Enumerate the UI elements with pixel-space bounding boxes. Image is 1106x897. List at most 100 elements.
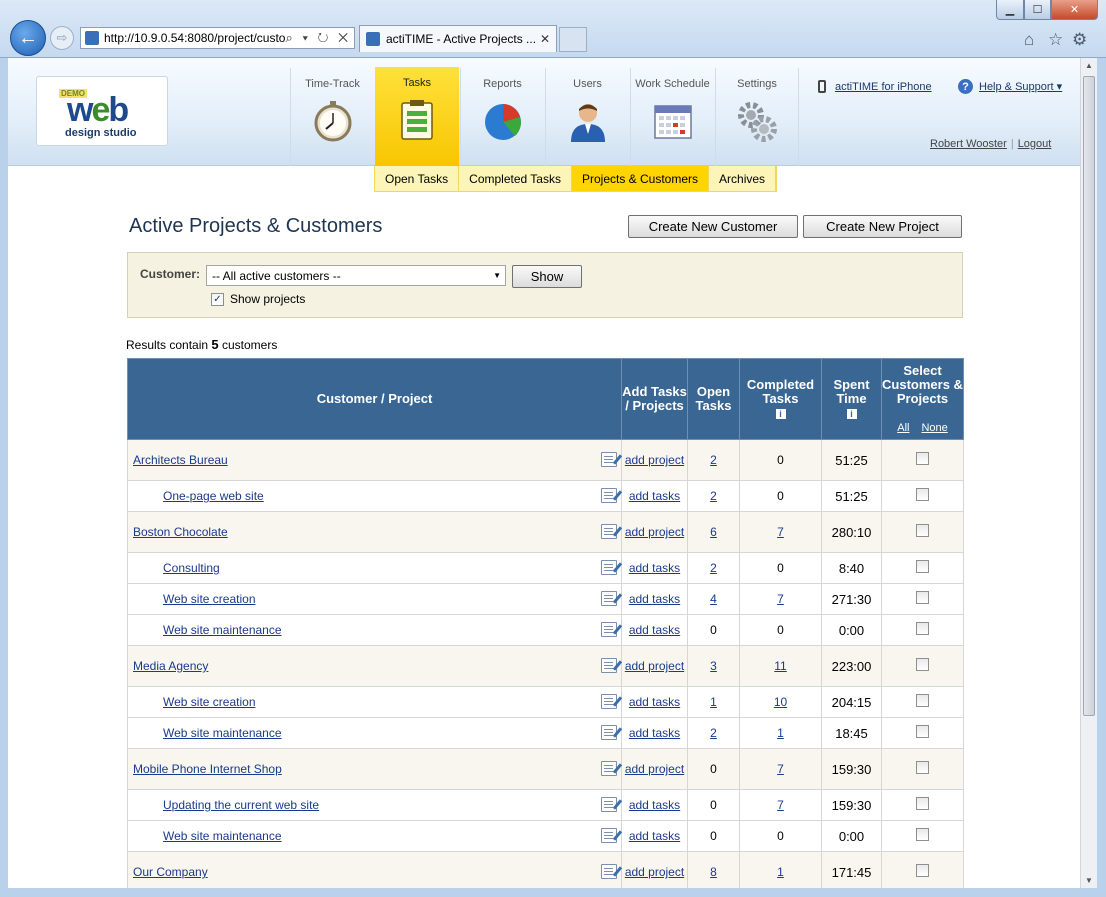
row-select-checkbox[interactable] — [916, 524, 929, 537]
open-tasks-link[interactable]: 2 — [710, 561, 717, 575]
project-link[interactable]: Consulting — [128, 561, 220, 575]
completed-tasks-link[interactable]: 7 — [777, 592, 784, 606]
row-select-checkbox[interactable] — [916, 560, 929, 573]
module-reports[interactable]: Reports — [460, 68, 544, 166]
add-tasks-link[interactable]: add tasks — [629, 623, 680, 637]
add-tasks-link[interactable]: add tasks — [629, 726, 680, 740]
customer-link[interactable]: Architects Bureau — [128, 453, 228, 467]
add-project-link[interactable]: add project — [625, 453, 684, 467]
add-tasks-link[interactable]: add tasks — [629, 489, 680, 503]
edit-icon[interactable] — [601, 560, 617, 575]
row-select-checkbox[interactable] — [916, 452, 929, 465]
show-projects-option[interactable]: ✓ Show projects — [211, 292, 305, 306]
select-none-link[interactable]: None — [921, 422, 947, 434]
open-tasks-link[interactable]: 6 — [710, 525, 717, 539]
customer-link[interactable]: Boston Chocolate — [128, 525, 228, 539]
row-select-checkbox[interactable] — [916, 797, 929, 810]
new-tab-button[interactable] — [559, 27, 587, 52]
project-link[interactable]: Updating the current web site — [128, 798, 319, 812]
edit-icon[interactable] — [601, 694, 617, 709]
open-tasks-link[interactable]: 8 — [710, 865, 717, 879]
create-new-project-button[interactable]: Create New Project — [803, 215, 962, 238]
edit-icon[interactable] — [601, 488, 617, 503]
edit-icon[interactable] — [601, 622, 617, 637]
add-project-link[interactable]: add project — [625, 659, 684, 673]
project-link[interactable]: Web site creation — [128, 695, 256, 709]
customer-link[interactable]: Media Agency — [128, 659, 208, 673]
create-new-customer-button[interactable]: Create New Customer — [628, 215, 798, 238]
row-select-checkbox[interactable] — [916, 622, 929, 635]
edit-icon[interactable] — [601, 864, 617, 879]
row-select-checkbox[interactable] — [916, 488, 929, 501]
scroll-up-icon[interactable]: ▲ — [1085, 61, 1093, 70]
project-link[interactable]: Web site maintenance — [128, 623, 282, 637]
logout-link[interactable]: Logout — [1018, 138, 1052, 150]
edit-icon[interactable] — [601, 658, 617, 673]
open-tasks-link[interactable]: 1 — [710, 695, 717, 709]
address-tools-icons[interactable]: ⌕ ▾ ↻ ✕ — [285, 30, 354, 46]
tab-close-icon[interactable]: ✕ — [540, 32, 556, 46]
back-button[interactable]: ← — [10, 20, 46, 56]
show-button[interactable]: Show — [512, 265, 582, 288]
customer-link[interactable]: Mobile Phone Internet Shop — [128, 762, 282, 776]
add-tasks-link[interactable]: add tasks — [629, 561, 680, 575]
row-select-checkbox[interactable] — [916, 828, 929, 841]
subnav-completed-tasks[interactable]: Completed Tasks — [459, 166, 572, 191]
completed-tasks-link[interactable]: 1 — [777, 726, 784, 740]
edit-icon[interactable] — [601, 828, 617, 843]
address-bar[interactable]: http://10.9.0.54:8080/project/custo ⌕ ▾ … — [80, 27, 355, 49]
row-select-checkbox[interactable] — [916, 694, 929, 707]
module-time-track[interactable]: Time-Track — [290, 68, 374, 166]
favorites-star-icon[interactable]: ☆ — [1048, 30, 1063, 50]
company-logo[interactable]: web DEMO design studio — [36, 76, 168, 146]
module-work-schedule[interactable]: Work Schedule — [630, 68, 714, 166]
customer-link[interactable]: Our Company — [128, 865, 208, 879]
edit-icon[interactable] — [601, 591, 617, 606]
user-name-link[interactable]: Robert Wooster — [930, 138, 1007, 150]
add-project-link[interactable]: add project — [625, 865, 684, 879]
subnav-open-tasks[interactable]: Open Tasks — [375, 166, 460, 191]
add-tasks-link[interactable]: add tasks — [629, 829, 680, 843]
scrollbar-thumb[interactable] — [1083, 76, 1095, 716]
row-select-checkbox[interactable] — [916, 864, 929, 877]
row-select-checkbox[interactable] — [916, 761, 929, 774]
add-tasks-link[interactable]: add tasks — [629, 695, 680, 709]
completed-tasks-link[interactable]: 11 — [774, 659, 786, 673]
open-tasks-link[interactable]: 4 — [710, 592, 717, 606]
add-project-link[interactable]: add project — [625, 762, 684, 776]
row-select-checkbox[interactable] — [916, 658, 929, 671]
add-tasks-link[interactable]: add tasks — [629, 592, 680, 606]
subnav-projects-customers[interactable]: Projects & Customers — [571, 166, 710, 191]
project-link[interactable]: One-page web site — [128, 489, 264, 503]
open-tasks-link[interactable]: 2 — [710, 489, 717, 503]
vertical-scrollbar[interactable]: ▲ ▼ — [1080, 58, 1097, 888]
help-support-link[interactable]: ? Help & Support ▾ — [958, 79, 1062, 94]
minimize-button[interactable]: ▁ — [996, 0, 1024, 20]
edit-icon[interactable] — [601, 761, 617, 776]
edit-icon[interactable] — [601, 797, 617, 812]
maximize-button[interactable]: ☐ — [1024, 0, 1051, 20]
edit-icon[interactable] — [601, 725, 617, 740]
completed-tasks-link[interactable]: 7 — [777, 525, 784, 539]
show-projects-checkbox[interactable]: ✓ — [211, 292, 224, 306]
completed-tasks-link[interactable]: 1 — [777, 865, 784, 879]
iphone-link[interactable]: actiTIME for iPhone — [818, 80, 932, 93]
scroll-down-icon[interactable]: ▼ — [1085, 876, 1093, 885]
home-icon[interactable]: ⌂ — [1024, 30, 1034, 50]
info-icon[interactable]: i — [775, 409, 786, 419]
edit-icon[interactable] — [601, 452, 617, 467]
module-settings[interactable]: Settings — [715, 68, 799, 166]
project-link[interactable]: Web site maintenance — [128, 726, 282, 740]
project-link[interactable]: Web site creation — [128, 592, 256, 606]
edit-icon[interactable] — [601, 524, 617, 539]
browser-tab[interactable]: actiTIME - Active Projects ... ✕ — [359, 25, 557, 52]
add-tasks-link[interactable]: add tasks — [629, 798, 680, 812]
completed-tasks-link[interactable]: 10 — [774, 695, 787, 709]
module-users[interactable]: Users — [545, 68, 629, 166]
tools-gear-icon[interactable]: ⚙ — [1072, 30, 1087, 50]
forward-button[interactable]: ⇨ — [50, 26, 74, 50]
open-tasks-link[interactable]: 2 — [710, 726, 717, 740]
add-project-link[interactable]: add project — [625, 525, 684, 539]
customer-select[interactable]: -- All active customers -- ▼ — [206, 265, 506, 286]
open-tasks-link[interactable]: 3 — [710, 659, 717, 673]
